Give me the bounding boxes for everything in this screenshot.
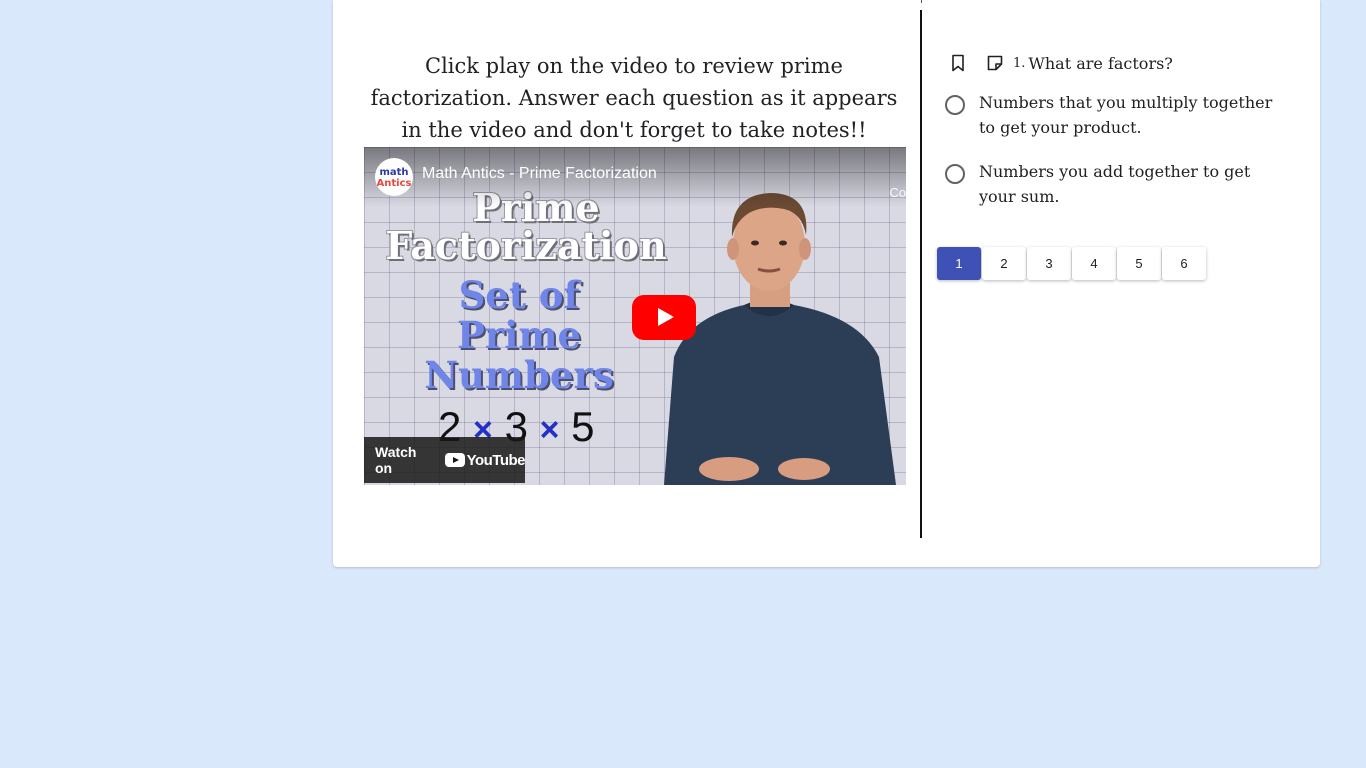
page-button-1[interactable]: 1 <box>937 247 981 280</box>
question-number: 1. <box>1013 55 1026 71</box>
answer-option[interactable]: Numbers that you multiply together to ge… <box>945 93 1285 140</box>
slide-subtitle-line1: Set of <box>458 273 580 317</box>
channel-logo[interactable]: math Antics <box>375 158 413 196</box>
watch-on-youtube-button[interactable]: Watch on YouTube <box>364 437 526 483</box>
eq-number: 5 <box>571 403 595 450</box>
watch-on-label: Watch on <box>375 444 417 476</box>
question-text: What are factors? <box>1028 53 1173 73</box>
bookmark-icon[interactable] <box>948 53 968 73</box>
radio-button[interactable] <box>945 95 965 115</box>
video-player[interactable]: Prime Factorization Set of Prime Numbers… <box>364 147 906 485</box>
page-button-4[interactable]: 4 <box>1072 247 1116 280</box>
page-button-6[interactable]: 6 <box>1162 247 1206 280</box>
answer-option-label: Numbers you add together to get your sum… <box>979 162 1251 206</box>
slide-subtitle-line3: Numbers <box>424 353 614 397</box>
play-icon <box>658 308 674 326</box>
panel-divider <box>920 10 922 538</box>
svg-text:math: math <box>379 167 408 178</box>
svg-text:Antics: Antics <box>377 178 411 189</box>
youtube-play-icon <box>444 453 465 467</box>
page-button-3[interactable]: 3 <box>1027 247 1071 280</box>
page-button-2[interactable]: 2 <box>982 247 1026 280</box>
answer-option[interactable]: Numbers you add together to get your sum… <box>945 162 1285 209</box>
slide-subtitle-line2: Prime <box>456 313 582 357</box>
youtube-wordmark: YouTube <box>466 451 526 469</box>
radio-button[interactable] <box>945 164 965 184</box>
note-icon[interactable] <box>985 53 1005 73</box>
instructions-text: Click play on the video to review prime … <box>370 54 898 142</box>
question-pager: 1 2 3 4 5 6 <box>937 247 1207 280</box>
question-header: 1. What are factors? <box>948 53 1173 73</box>
video-title[interactable]: Math Antics - Prime Factorization <box>422 165 657 183</box>
page-button-5[interactable]: 5 <box>1117 247 1161 280</box>
quiz-card: Click play on the video to review prime … <box>333 0 1320 567</box>
answer-option-label: Numbers that you multiply together to ge… <box>979 93 1273 137</box>
divider-tick <box>921 0 922 3</box>
video-corner-text[interactable]: Co <box>889 185 906 200</box>
play-button[interactable] <box>632 295 696 340</box>
eq-times: × <box>539 411 560 449</box>
youtube-logo: YouTube <box>444 451 526 469</box>
